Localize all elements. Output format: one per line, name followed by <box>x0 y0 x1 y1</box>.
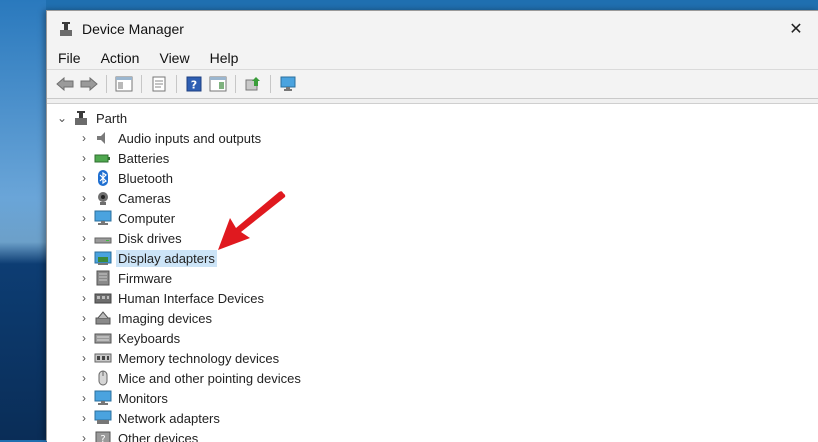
device-tree: ⌄ Parth › Audio inputs and outputs › Bat… <box>47 103 818 442</box>
back-icon[interactable] <box>55 74 75 94</box>
chevron-right-icon[interactable]: › <box>77 271 91 285</box>
speaker-icon <box>94 130 112 146</box>
toolbar-separator <box>106 75 107 93</box>
battery-icon <box>94 150 112 166</box>
toolbar-separator <box>176 75 177 93</box>
chevron-right-icon[interactable]: › <box>77 131 91 145</box>
device-manager-window: Device Manager ✕ File Action View Help ? <box>46 10 818 441</box>
chevron-right-icon[interactable]: › <box>77 311 91 325</box>
svg-text:?: ? <box>191 79 197 92</box>
mouse-icon <box>94 370 112 386</box>
menu-file[interactable]: File <box>47 47 91 69</box>
tree-item-cameras[interactable]: › Cameras <box>77 188 173 208</box>
properties-icon[interactable] <box>149 74 169 94</box>
firmware-icon <box>94 270 112 286</box>
tree-item-label: Mice and other pointing devices <box>116 370 303 387</box>
tree-item-hid[interactable]: › Human Interface Devices <box>77 288 266 308</box>
chevron-right-icon[interactable]: › <box>77 211 91 225</box>
tree-item-label: Bluetooth <box>116 170 175 187</box>
tree-item-monitors[interactable]: › Monitors <box>77 388 170 408</box>
tree-item-memory[interactable]: › Memory technology devices <box>77 348 281 368</box>
title-bar[interactable]: Device Manager ✕ <box>47 11 818 47</box>
tree-item-batteries[interactable]: › Batteries <box>77 148 171 168</box>
tree-item-label: Imaging devices <box>116 310 214 327</box>
forward-icon[interactable] <box>79 74 99 94</box>
tree-item-bluetooth[interactable]: › Bluetooth <box>77 168 175 188</box>
menu-bar: File Action View Help <box>47 47 818 69</box>
chevron-right-icon[interactable]: › <box>77 291 91 305</box>
tree-item-disk-drives[interactable]: › Disk drives <box>77 228 184 248</box>
toolbar-separator <box>141 75 142 93</box>
tree-item-label: Monitors <box>116 390 170 407</box>
imaging-icon <box>94 310 112 326</box>
show-hide-tree-icon[interactable] <box>114 74 134 94</box>
network-icon <box>94 410 112 426</box>
chevron-right-icon[interactable]: › <box>77 431 91 442</box>
close-button[interactable]: ✕ <box>773 11 818 47</box>
tree-item-label: Other devices <box>116 430 200 442</box>
monitor-icon <box>94 390 112 406</box>
tree-item-mice[interactable]: › Mice and other pointing devices <box>77 368 303 388</box>
action-pane-icon[interactable] <box>208 74 228 94</box>
memory-icon <box>94 350 112 366</box>
disk-drive-icon <box>94 230 112 246</box>
chevron-right-icon[interactable]: › <box>77 171 91 185</box>
menu-help[interactable]: Help <box>200 47 249 69</box>
other-devices-icon: ? <box>94 430 112 442</box>
tree-item-label: Audio inputs and outputs <box>116 130 263 147</box>
tree-item-label: Batteries <box>116 150 171 167</box>
tree-root[interactable]: ⌄ Parth <box>55 108 129 128</box>
chevron-right-icon[interactable]: › <box>77 391 91 405</box>
tree-item-label: Cameras <box>116 190 173 207</box>
tree-item-firmware[interactable]: › Firmware <box>77 268 174 288</box>
computer-icon <box>94 210 112 226</box>
tree-item-label: Display adapters <box>116 250 217 267</box>
chevron-right-icon[interactable]: › <box>77 371 91 385</box>
tree-item-computer[interactable]: › Computer <box>77 208 177 228</box>
tree-item-keyboards[interactable]: › Keyboards <box>77 328 182 348</box>
tree-item-audio[interactable]: › Audio inputs and outputs <box>77 128 263 148</box>
tree-item-network[interactable]: › Network adapters <box>77 408 222 428</box>
update-driver-icon[interactable] <box>243 74 263 94</box>
tree-item-label: Firmware <box>116 270 174 287</box>
bluetooth-icon <box>94 170 112 186</box>
tree-item-label: Human Interface Devices <box>116 290 266 307</box>
chevron-right-icon[interactable]: › <box>77 411 91 425</box>
chevron-right-icon[interactable]: › <box>77 331 91 345</box>
camera-icon <box>94 190 112 206</box>
computer-root-icon <box>72 110 90 126</box>
toolbar-separator <box>235 75 236 93</box>
tree-item-label: Computer <box>116 210 177 227</box>
chevron-right-icon[interactable]: › <box>77 351 91 365</box>
window-title: Device Manager <box>82 21 184 37</box>
help-icon[interactable]: ? <box>184 74 204 94</box>
tree-item-label: Keyboards <box>116 330 182 347</box>
device-manager-icon <box>58 21 74 37</box>
tree-item-display-adapters[interactable]: › Display adapters <box>77 248 217 268</box>
chevron-right-icon[interactable]: › <box>77 191 91 205</box>
toolbar: ? <box>47 69 818 99</box>
tree-item-label: Network adapters <box>116 410 222 427</box>
chevron-down-icon[interactable]: ⌄ <box>55 111 69 125</box>
chevron-right-icon[interactable]: › <box>77 231 91 245</box>
toolbar-separator <box>270 75 271 93</box>
tree-root-label: Parth <box>94 110 129 127</box>
close-icon: ✕ <box>789 19 802 39</box>
tree-item-label: Memory technology devices <box>116 350 281 367</box>
menu-view[interactable]: View <box>149 47 199 69</box>
desktop-background <box>0 0 46 440</box>
tree-item-imaging[interactable]: › Imaging devices <box>77 308 214 328</box>
hid-icon <box>94 290 112 306</box>
svg-text:?: ? <box>100 434 105 442</box>
tree-item-label: Disk drives <box>116 230 184 247</box>
display-adapter-icon <box>94 250 112 266</box>
keyboard-icon <box>94 330 112 346</box>
chevron-right-icon[interactable]: › <box>77 251 91 265</box>
chevron-right-icon[interactable]: › <box>77 151 91 165</box>
scan-hardware-icon[interactable] <box>278 74 298 94</box>
menu-action[interactable]: Action <box>91 47 150 69</box>
